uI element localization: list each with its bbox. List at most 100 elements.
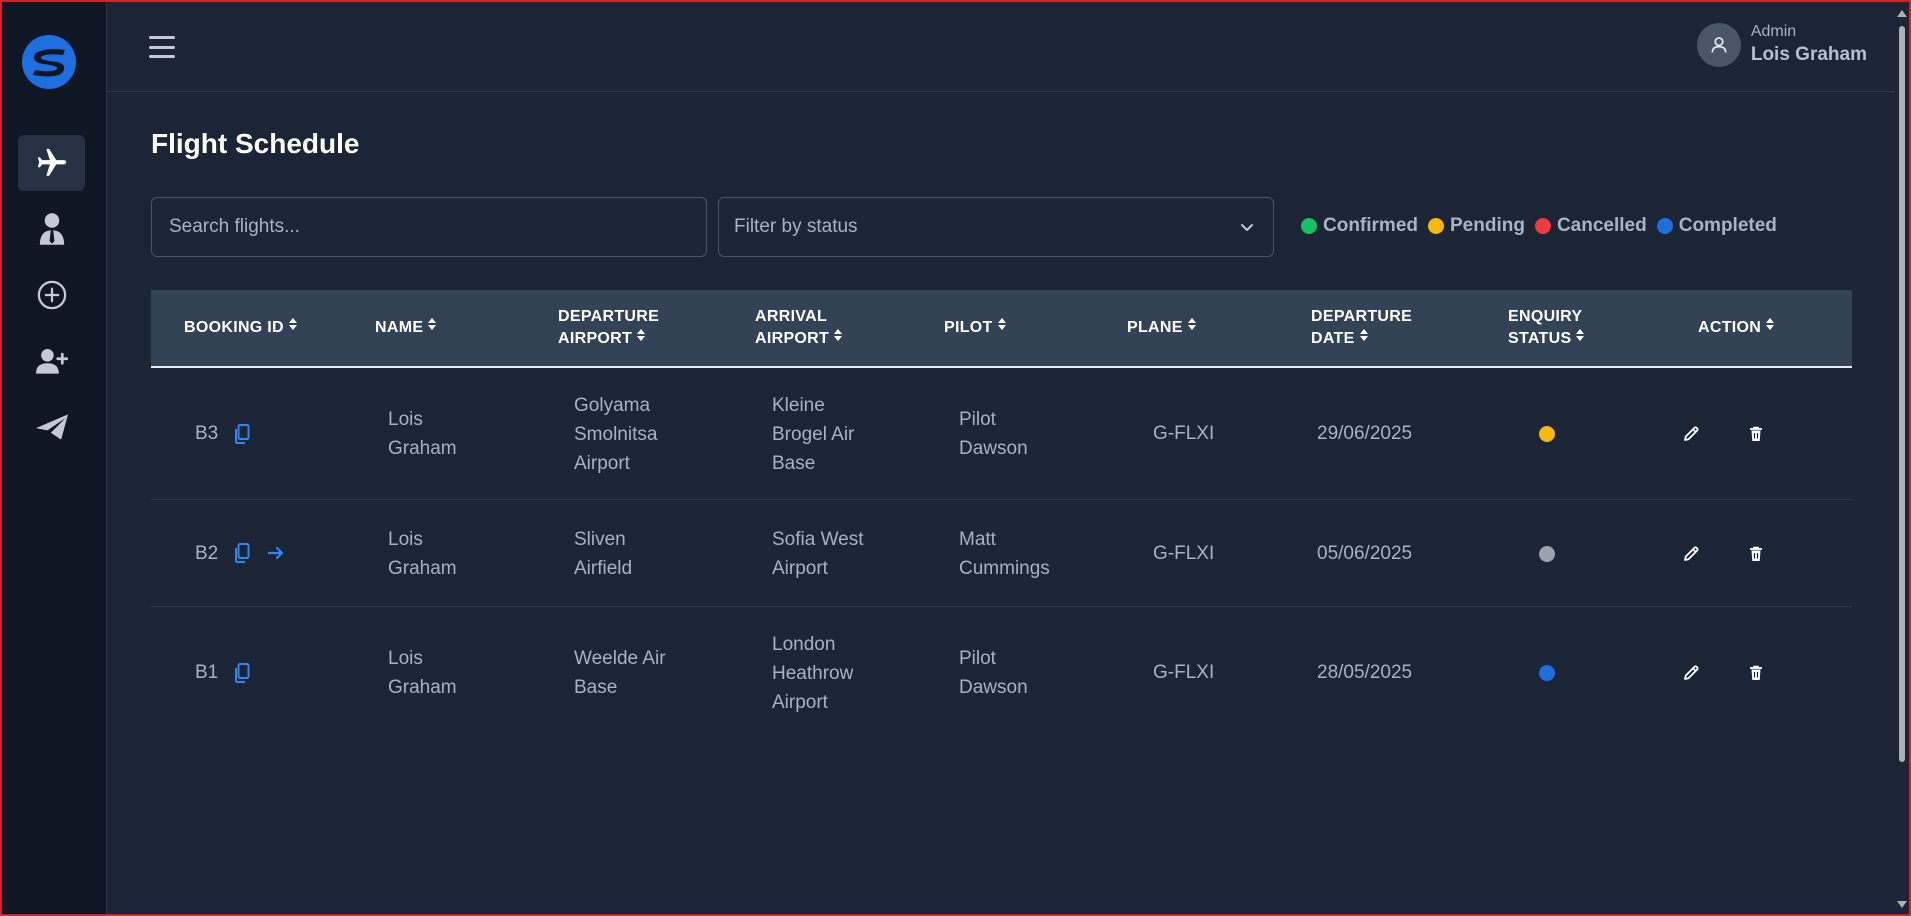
column-header-label: NAME: [375, 319, 424, 336]
departure-line: Smolnitsa: [574, 423, 658, 445]
paper-plane-icon: [35, 414, 68, 440]
delete-icon[interactable]: [1749, 426, 1763, 447]
arrival-line: London: [772, 633, 836, 655]
sidebar-item-add-user[interactable]: [18, 333, 85, 389]
column-header-pilot[interactable]: PILOT: [944, 317, 1007, 339]
column-header-label: ACTION: [1698, 319, 1762, 336]
sidebar: [0, 0, 107, 916]
legend-label: Confirmed: [1323, 215, 1418, 236]
sidebar-item-pilots[interactable]: [18, 201, 85, 257]
departure-line: Base: [574, 677, 618, 698]
edit-icon[interactable]: [1682, 545, 1700, 568]
arrival-cell: Kleine Brogel Air Base: [772, 391, 854, 478]
departure-line: Golyama: [574, 394, 651, 416]
pilot-cell: Pilot Dawson: [959, 405, 1028, 463]
table-row[interactable]: B1 Lois Graham Weelde Air Base London Heathrow…: [151, 607, 1852, 739]
name-line: Lois: [388, 648, 423, 669]
sidebar-item-send[interactable]: [18, 399, 85, 455]
departure-line: Sliven: [574, 528, 626, 550]
user-tie-icon: [39, 213, 64, 245]
name-cell: Lois Graham: [388, 644, 457, 702]
copy-icon[interactable]: [234, 543, 250, 563]
column-header-departure-date[interactable]: DEPARTURE DATE: [1311, 306, 1412, 350]
departure-line: Airfield: [574, 557, 633, 579]
name-line: Graham: [388, 677, 457, 698]
name-line: Graham: [388, 557, 457, 579]
booking-id-cell: B2: [195, 539, 284, 568]
arrival-line: Airport: [772, 557, 828, 579]
name-cell: Lois Graham: [388, 405, 457, 463]
search-input[interactable]: [151, 197, 707, 257]
table-row[interactable]: B3 Lois Graham Golyama Smolnitsa Airport Klein…: [151, 368, 1852, 500]
user-menu[interactable]: Admin Lois Graham: [1696, 22, 1867, 68]
company-logo[interactable]: [21, 34, 77, 90]
arrival-line: Sofia West: [772, 528, 864, 550]
departure-cell: Weelde Air Base: [574, 644, 666, 702]
plane-icon: [37, 148, 66, 176]
departure-cell: Golyama Smolnitsa Airport: [574, 391, 657, 478]
arrival-line: Airport: [772, 691, 828, 713]
arrival-line: Heathrow: [772, 662, 854, 684]
arrow-right-icon[interactable]: [268, 546, 284, 560]
sidebar-item-flights[interactable]: [18, 135, 85, 191]
top-header: Admin Lois Graham: [107, 0, 1897, 92]
copy-icon[interactable]: [234, 662, 250, 683]
user-plus-icon: [35, 349, 68, 374]
column-header-label: PLANE: [1127, 319, 1183, 336]
copy-icon[interactable]: [234, 423, 250, 444]
scroll-up-icon[interactable]: [1897, 10, 1907, 17]
column-header-label: DEPARTURE: [1311, 308, 1413, 325]
column-header-label: STATUS: [1508, 330, 1572, 347]
booking-id: B2: [195, 542, 219, 564]
scroll-down-icon[interactable]: [1897, 901, 1907, 908]
sort-icon: [428, 318, 437, 330]
departure-line: Weelde Air: [574, 648, 666, 669]
user-icon: [1711, 37, 1727, 53]
menu-toggle-icon[interactable]: [147, 32, 177, 62]
column-header-label: AIRPORT: [558, 330, 633, 347]
status-dot-completed: [1656, 218, 1673, 234]
arrival-line: Base: [772, 452, 816, 474]
date-cell: 05/06/2025: [1317, 542, 1413, 564]
arrival-cell: London Heathrow Airport: [772, 630, 853, 717]
pilot-line: Dawson: [959, 438, 1028, 459]
sort-icon: [1766, 318, 1775, 330]
legend-completed: Completed: [1656, 215, 1777, 237]
date-cell: 28/05/2025: [1317, 662, 1413, 683]
column-header-enquiry-status[interactable]: ENQUIRY STATUS: [1508, 306, 1585, 350]
arrival-line: Kleine: [772, 394, 825, 416]
scroll-thumb[interactable]: [1899, 26, 1905, 762]
vertical-scrollbar[interactable]: [1895, 2, 1909, 914]
name-cell: Lois Graham: [388, 525, 457, 583]
column-header-booking-id[interactable]: BOOKING ID: [184, 317, 298, 339]
plane-cell: G-FLXI: [1153, 542, 1215, 564]
column-header-name[interactable]: NAME: [375, 317, 437, 339]
edit-icon[interactable]: [1682, 664, 1700, 687]
legend-cancelled: Cancelled: [1534, 215, 1647, 237]
delete-icon[interactable]: [1749, 665, 1763, 686]
sort-icon: [1187, 318, 1196, 330]
edit-icon[interactable]: [1682, 425, 1700, 448]
column-header-plane[interactable]: PLANE: [1127, 317, 1197, 339]
status-dot-cancelled: [1534, 218, 1551, 234]
column-header-action[interactable]: ACTION: [1698, 317, 1775, 339]
status-dot-confirmed: [1301, 218, 1317, 234]
avatar[interactable]: [1696, 23, 1741, 67]
arrival-cell: Sofia West Airport: [772, 525, 864, 583]
legend-label: Cancelled: [1556, 215, 1647, 236]
status-filter-select[interactable]: Filter by status: [718, 197, 1274, 257]
page-title: Flight Schedule: [151, 128, 360, 159]
legend-label: Completed: [1678, 215, 1777, 236]
sidebar-item-add[interactable]: [18, 267, 85, 323]
pilot-line: Dawson: [959, 677, 1028, 698]
sort-icon: [997, 318, 1006, 330]
column-header-arrival-airport[interactable]: ARRIVAL AIRPORT: [755, 306, 843, 350]
name-line: Lois: [388, 409, 423, 430]
column-header-departure-airport[interactable]: DEPARTURE AIRPORT: [558, 306, 659, 350]
name-line: Lois: [388, 528, 423, 550]
user-name: Lois Graham: [1750, 44, 1867, 65]
column-header-label: BOOKING ID: [184, 319, 284, 336]
table-row[interactable]: B2 Lois Graham Sliven Airfield Sofia West Airp…: [151, 500, 1852, 607]
delete-icon[interactable]: [1749, 546, 1763, 567]
arrival-line: Brogel Air: [772, 423, 855, 445]
